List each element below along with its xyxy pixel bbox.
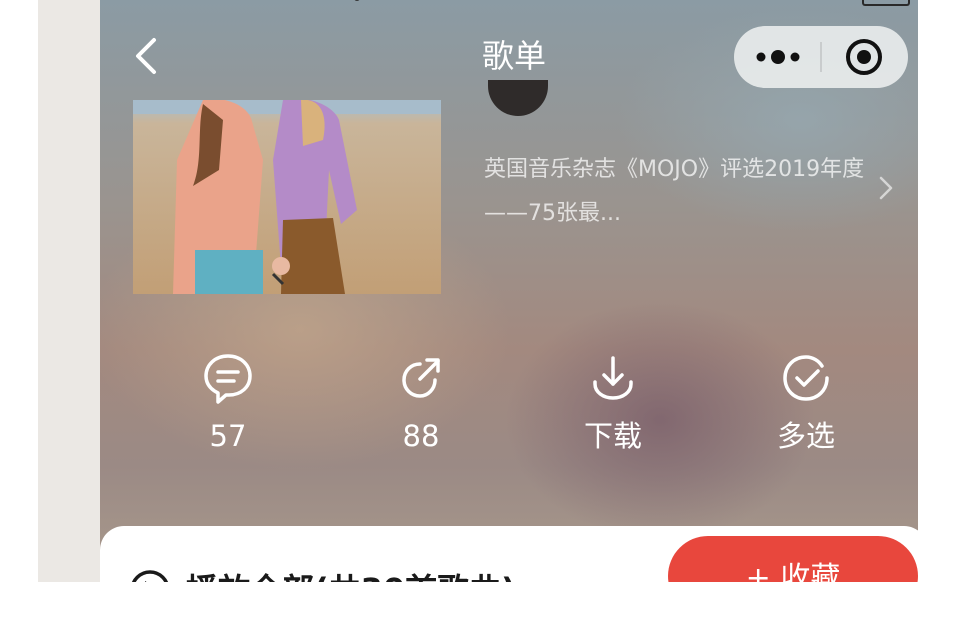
download-icon — [593, 356, 633, 400]
download-button[interactable]: 下载 — [543, 350, 683, 460]
target-circle-icon — [846, 39, 882, 75]
app-frame: 歌单 英国音乐杂志《MOJO》评选2019年度——75张最... 57 88 下… — [38, 0, 918, 582]
play-all-label: 播放全部(共30首歌曲) — [186, 568, 516, 582]
share-icon — [402, 358, 440, 398]
cover-image — [133, 100, 441, 294]
share-count: 88 — [402, 419, 440, 453]
chevron-right-icon[interactable] — [876, 174, 896, 202]
mini-program-capsule — [734, 26, 908, 88]
multiselect-icon — [783, 355, 829, 401]
play-circle-icon — [131, 570, 169, 582]
song-list-panel: 播放全部(共30首歌曲) + 收藏 — [100, 526, 918, 582]
download-label: 下载 — [583, 419, 642, 453]
comment-icon — [204, 354, 252, 404]
comment-button[interactable]: 57 — [158, 350, 298, 460]
multiselect-label: 多选 — [776, 419, 835, 453]
playlist-cover[interactable] — [133, 100, 441, 294]
playlist-page: 歌单 英国音乐杂志《MOJO》评选2019年度——75张最... 57 88 下… — [100, 0, 918, 582]
multiselect-button[interactable]: 多选 — [736, 350, 876, 460]
close-mini-program-button[interactable] — [822, 26, 908, 88]
page-title: 歌单 — [481, 37, 546, 75]
collect-button[interactable]: + 收藏 — [668, 536, 918, 582]
creator-avatar[interactable] — [488, 80, 548, 116]
share-button[interactable]: 88 — [351, 350, 491, 460]
chevron-left-icon — [136, 38, 156, 74]
more-dots-icon — [756, 50, 800, 64]
battery-icon — [862, 0, 910, 6]
playlist-description[interactable]: 英国音乐杂志《MOJO》评选2019年度——75张最... — [484, 148, 884, 236]
status-bar-glyph — [354, 0, 360, 1]
back-button[interactable] — [128, 34, 172, 78]
more-button[interactable] — [734, 26, 820, 88]
comment-count: 57 — [209, 419, 247, 453]
